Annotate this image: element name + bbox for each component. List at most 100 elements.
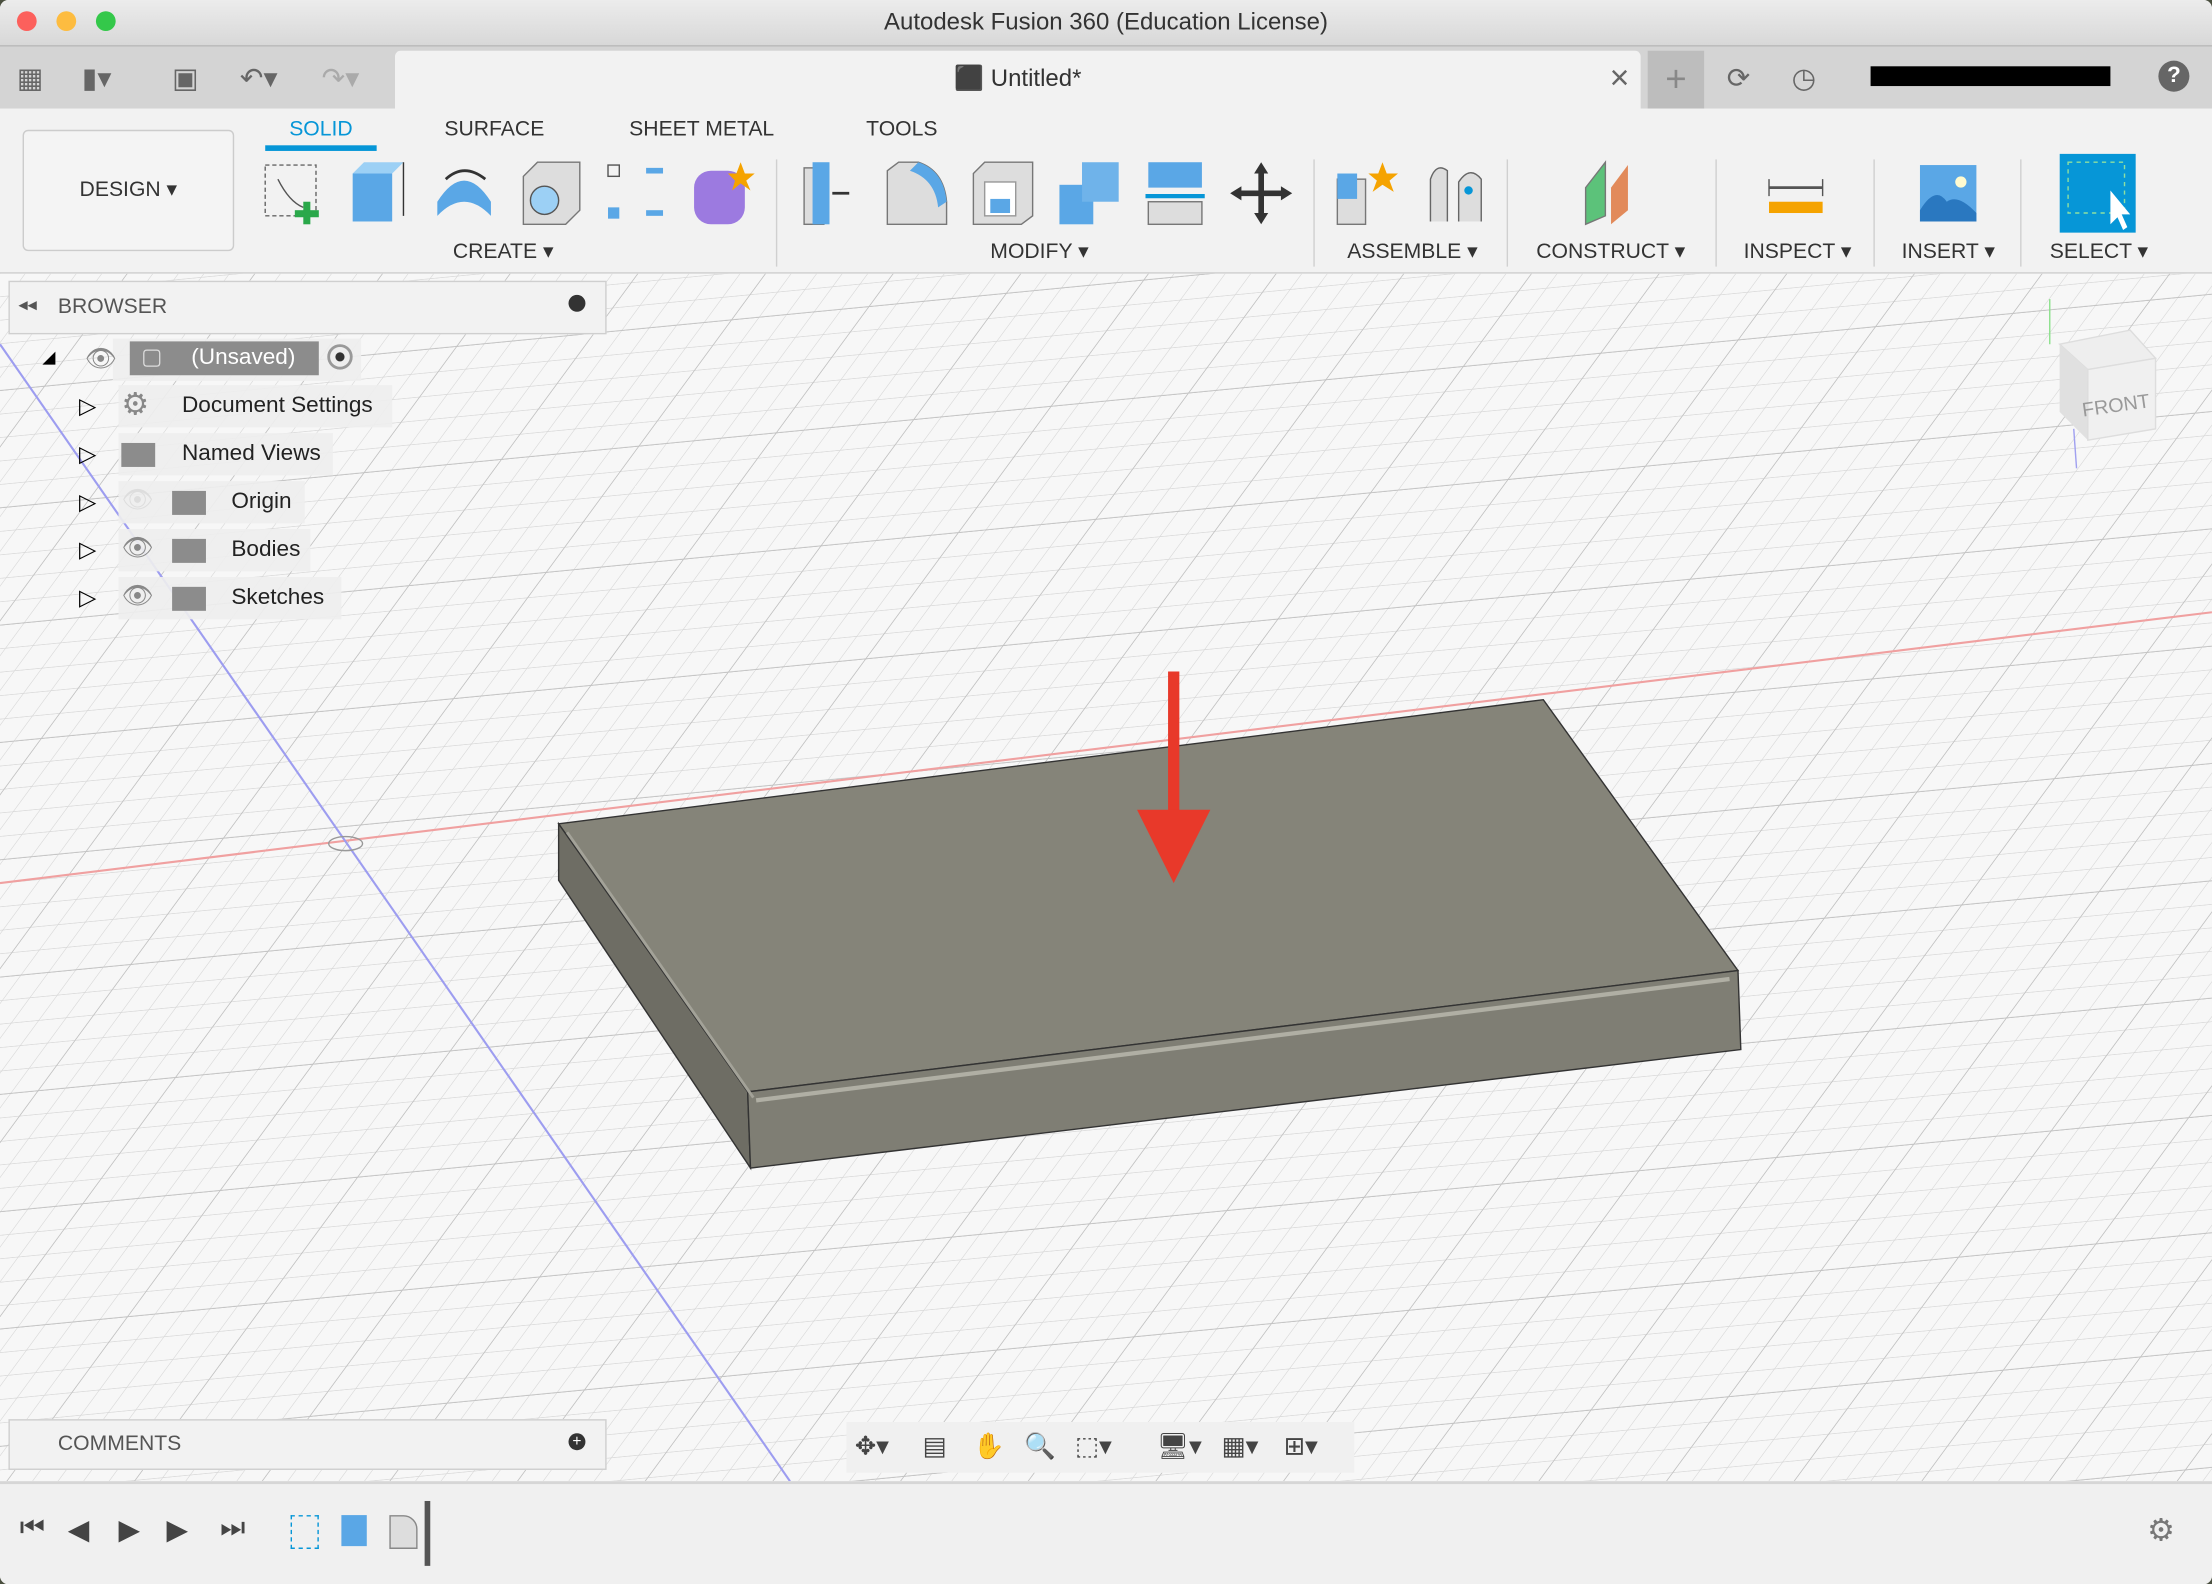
navigation-bar: ✥▾ ▤ ✋ 🔍 ⬚▾ 🖥▾ ▦▾ ⊞▾	[846, 1421, 1355, 1473]
save-icon[interactable]: ▣	[172, 61, 199, 96]
pan-hand-icon[interactable]: ✋	[973, 1432, 1005, 1462]
insert-menu[interactable]: INSERT ▾	[1902, 238, 1995, 264]
fit-window-icon[interactable]: ⬚▾	[1075, 1432, 1112, 1462]
browser-panel-header: ◂◂ BROWSER	[8, 280, 607, 335]
orbit-icon[interactable]: ✥▾	[855, 1432, 889, 1462]
create-sketch-icon[interactable]	[261, 159, 326, 227]
construct-menu[interactable]: CONSTRUCT ▾	[1536, 238, 1685, 264]
fusion-window: Autodesk Fusion 360 (Education License) …	[0, 0, 2212, 1584]
assemble-menu[interactable]: ASSEMBLE ▾	[1347, 238, 1478, 264]
shell-icon[interactable]	[971, 159, 1036, 227]
select-icon[interactable]	[2059, 153, 2136, 233]
browser-minimize-button[interactable]	[568, 294, 586, 312]
create-menu[interactable]: CREATE ▾	[453, 238, 554, 264]
timeline-bar: ⏮ ◀ ▶ ▶ ⏭ ⚙	[0, 1481, 2212, 1584]
tree-item-sketches[interactable]: Sketches	[231, 577, 324, 619]
viewports-icon[interactable]: ⊞▾	[1284, 1432, 1318, 1462]
zoom-icon[interactable]: 🔍	[1024, 1432, 1056, 1462]
collapse-browser-icon[interactable]: ◂◂	[18, 293, 36, 316]
fillet-icon[interactable]	[885, 159, 950, 227]
visibility-eye-icon[interactable]: 👁	[121, 533, 153, 563]
workspace-switcher[interactable]: DESIGN ▾	[22, 129, 235, 252]
insert-image-icon[interactable]	[1916, 159, 1981, 227]
tab-solid[interactable]: SOLID	[289, 117, 353, 141]
tree-item-document-settings[interactable]: Document Settings	[182, 385, 373, 427]
new-tab-button[interactable]: +	[1647, 50, 1705, 109]
hole-icon[interactable]	[518, 159, 583, 227]
tree-item-bodies[interactable]: Bodies	[231, 529, 300, 571]
tab-surface[interactable]: SURFACE	[444, 117, 544, 141]
tree-item-origin[interactable]: Origin	[231, 481, 291, 523]
close-tab-icon[interactable]: ×	[1610, 59, 1630, 98]
look-at-icon[interactable]: ▤	[923, 1432, 947, 1462]
expand-icon[interactable]: ▷	[79, 392, 96, 420]
timeline-fillet-feature[interactable]	[389, 1515, 418, 1549]
go-to-start-icon[interactable]: ⏮	[20, 1512, 45, 1544]
create-form-icon[interactable]	[690, 159, 755, 227]
history-clock-icon[interactable]: ◷	[1792, 61, 1817, 96]
app-grid-icon[interactable]: ▦	[17, 61, 44, 96]
ribbon-divider	[1313, 159, 1315, 267]
active-tab-indicator	[265, 145, 377, 151]
measure-icon[interactable]	[1763, 159, 1828, 227]
step-back-icon[interactable]: ◀	[68, 1512, 90, 1547]
expand-root-icon[interactable]: ◢	[42, 347, 55, 367]
folder-icon	[121, 442, 156, 467]
select-menu[interactable]: SELECT ▾	[2050, 238, 2148, 264]
expand-icon[interactable]: ▷	[79, 536, 96, 564]
modify-menu[interactable]: MODIFY ▾	[990, 238, 1088, 264]
expand-icon[interactable]: ▷	[79, 440, 96, 468]
tab-sheet-metal[interactable]: SHEET METAL	[629, 117, 774, 141]
redo-icon[interactable]: ↷▾	[322, 61, 360, 96]
title-bar: Autodesk Fusion 360 (Education License)	[0, 0, 2212, 47]
help-button[interactable]: ?	[2158, 60, 2190, 92]
ribbon-divider	[775, 159, 778, 267]
go-to-end-icon[interactable]: ⏭	[220, 1512, 245, 1544]
activate-radio[interactable]	[327, 344, 353, 370]
hidden-eye-icon[interactable]: 👁	[121, 485, 153, 515]
timeline-extrude-feature[interactable]	[341, 1515, 367, 1547]
pattern-icon[interactable]	[604, 159, 669, 227]
root-component[interactable]: ▢ (Unsaved)	[129, 341, 319, 376]
move-copy-icon[interactable]	[1229, 159, 1294, 227]
construct-plane-icon[interactable]	[1580, 159, 1645, 227]
job-status-icon[interactable]: ⟳	[1727, 61, 1751, 96]
3d-canvas[interactable]: FRONT ◂◂ BROWSER ◢ 👁 ▢ (Unsaved) ▷ ⚙ Doc…	[0, 273, 2212, 1482]
folder-icon	[172, 490, 206, 515]
visibility-eye-icon[interactable]: 👁	[85, 344, 117, 374]
tab-tools[interactable]: TOOLS	[866, 117, 937, 141]
user-name-redacted[interactable]	[1870, 66, 2111, 87]
visibility-eye-icon[interactable]: 👁	[121, 581, 153, 611]
ribbon-divider	[1506, 159, 1509, 267]
document-tab[interactable]: ⬛ Untitled* ×	[394, 50, 1641, 109]
display-settings-icon[interactable]: 🖥▾	[1157, 1432, 1202, 1462]
revolve-icon[interactable]	[432, 159, 497, 227]
tree-item-named-views[interactable]: Named Views	[182, 433, 321, 475]
folder-icon	[172, 538, 206, 563]
maximize-window-button[interactable]	[95, 11, 116, 32]
new-component-icon[interactable]	[1335, 159, 1400, 227]
close-window-button[interactable]	[16, 11, 37, 32]
grid-settings-icon[interactable]: ▦▾	[1222, 1432, 1259, 1462]
combine-icon[interactable]	[1057, 159, 1122, 227]
step-forward-icon[interactable]: ▶	[166, 1512, 188, 1547]
split-body-icon[interactable]	[1143, 159, 1208, 227]
undo-icon[interactable]: ↶▾	[240, 61, 278, 96]
add-comment-button[interactable]: +	[568, 1433, 586, 1451]
inspect-menu[interactable]: INSPECT ▾	[1744, 238, 1852, 264]
minimize-window-button[interactable]	[56, 11, 77, 32]
expand-icon[interactable]: ▷	[79, 488, 96, 516]
timeline-sketch-feature[interactable]	[290, 1515, 319, 1549]
extrude-icon[interactable]	[347, 159, 412, 227]
timeline-settings-gear-icon[interactable]: ⚙	[2147, 1512, 2175, 1549]
timeline-marker[interactable]	[424, 1500, 431, 1566]
document-title: Untitled*	[990, 64, 1082, 92]
tab-bar: ▦ ▮▾ ▣ ↶▾ ↷▾ ⬛ Untitled* × + ⟳ ◷ ?	[0, 46, 2212, 109]
joint-icon[interactable]	[1422, 159, 1487, 227]
window-title: Autodesk Fusion 360 (Education License)	[884, 8, 1328, 36]
press-pull-icon[interactable]	[798, 159, 863, 227]
expand-icon[interactable]: ▷	[79, 584, 96, 612]
play-icon[interactable]: ▶	[118, 1512, 140, 1547]
toolbar-ribbon: DESIGN ▾ SOLID SURFACE SHEET METAL TOOLS…	[0, 108, 2212, 274]
file-menu-icon[interactable]: ▮▾	[82, 61, 112, 96]
